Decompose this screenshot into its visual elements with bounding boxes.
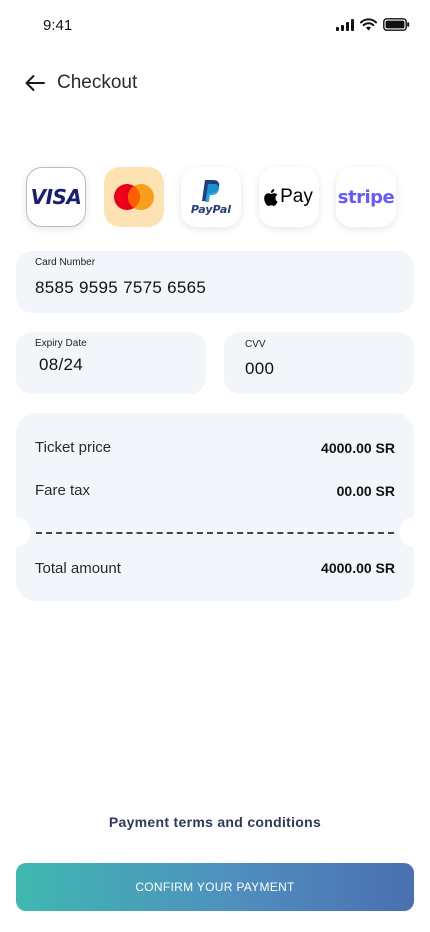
cvv-field[interactable]: CVV 000 (224, 332, 414, 394)
stripe-option[interactable]: stripe (336, 167, 396, 227)
mastercard-logo-icon (113, 184, 154, 210)
expiry-date-label: Expiry Date (35, 338, 87, 349)
expiry-date-field[interactable]: Expiry Date 08/24 (16, 332, 206, 394)
status-bar: 9:41 (0, 0, 430, 52)
battery-icon (383, 18, 410, 31)
fare-tax-value: 00.00 SR (336, 483, 395, 499)
mastercard-option[interactable] (103, 167, 164, 227)
header: Checkout (22, 70, 137, 96)
payment-summary-card: Ticket price 4000.00 SR Fare tax 00.00 S… (16, 413, 414, 601)
ticket-notch-right (399, 517, 414, 547)
total-amount-label: Total amount (35, 560, 121, 577)
status-icons (336, 18, 410, 31)
page-title: Checkout (57, 72, 138, 93)
ticket-price-label: Ticket price (35, 439, 112, 456)
cvv-value[interactable]: 000 (245, 359, 274, 379)
stripe-logo: stripe (337, 186, 395, 208)
apple-pay-option[interactable]: Pay (258, 167, 319, 227)
ticket-notch-left (16, 517, 31, 547)
apple-pay-label: Pay (280, 186, 313, 207)
dashed-divider (36, 532, 394, 534)
visa-logo: VISA (30, 185, 82, 209)
total-amount-value: 4000.00 SR (321, 560, 395, 576)
back-arrow-icon (25, 75, 45, 91)
expiry-date-value[interactable]: 08/24 (39, 355, 83, 375)
cellular-signal-icon (336, 18, 354, 31)
paypal-option[interactable]: PayPal (181, 167, 241, 227)
payment-terms-link[interactable]: Payment terms and conditions (0, 814, 430, 830)
paypal-logo-icon (201, 179, 220, 202)
card-number-field[interactable]: Card Number 8585 9595 7575 6565 (16, 251, 414, 313)
status-time: 9:41 (43, 17, 73, 34)
visa-option[interactable]: VISA (26, 167, 86, 227)
cvv-label: CVV (245, 339, 266, 350)
wifi-icon (360, 18, 377, 31)
ticket-price-value: 4000.00 SR (321, 440, 395, 456)
card-number-value[interactable]: 8585 9595 7575 6565 (35, 278, 206, 298)
paypal-label: PayPal (190, 202, 232, 216)
apple-icon (264, 188, 278, 206)
confirm-payment-button[interactable]: CONFIRM YOUR PAYMENT (16, 863, 414, 911)
back-button[interactable] (22, 70, 48, 96)
card-number-label: Card Number (35, 257, 96, 268)
fare-tax-label: Fare tax (35, 482, 91, 499)
payment-method-selector: VISA PayPal Pay stripe (26, 167, 396, 227)
